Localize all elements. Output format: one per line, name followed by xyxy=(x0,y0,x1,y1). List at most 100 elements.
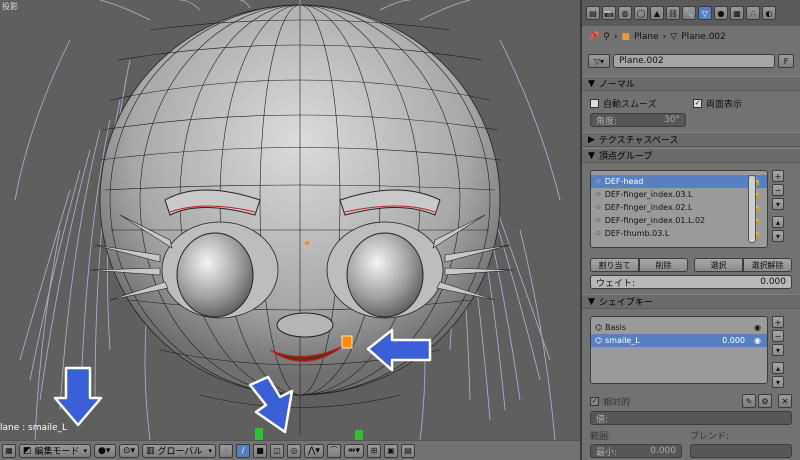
breadcrumb-separator-icon: › xyxy=(662,32,667,42)
vertex-group-specials-button[interactable]: ▾ xyxy=(772,198,784,210)
remove-button[interactable]: 削除 xyxy=(639,258,688,272)
remove-shape-key-button[interactable]: − xyxy=(772,330,784,342)
face-select-icon[interactable]: ■ xyxy=(253,443,267,458)
snap-element-dropdown[interactable]: ⇹▾ xyxy=(344,443,364,458)
vertex-groups-title: 頂点グループ xyxy=(598,152,653,162)
list-item[interactable]: ⁘ DEF-finger_index.01.L.02 🔓 xyxy=(591,214,767,227)
texture-space-section-header[interactable]: ▶ テクスチャスペース xyxy=(582,132,800,147)
relative-checkbox[interactable]: ✓ xyxy=(590,396,599,406)
list-item[interactable]: ⌬ Basis ◉ xyxy=(591,321,767,334)
move-down-button[interactable]: ▾ xyxy=(772,376,784,388)
eye-icon[interactable]: ◉ xyxy=(754,336,761,345)
assign-button[interactable]: 割り当て xyxy=(590,258,639,272)
add-shape-key-button[interactable]: + xyxy=(772,316,784,328)
modifiers-tab-icon[interactable]: 🔧 xyxy=(682,6,696,20)
pin-icon[interactable]: 📌 xyxy=(588,32,599,42)
normals-section-header[interactable]: ▼ ノーマル xyxy=(582,76,800,91)
move-up-button[interactable]: ▴ xyxy=(772,362,784,374)
eye-icon[interactable]: ◉ xyxy=(754,323,761,332)
texture-space-title: テクスチャスペース xyxy=(598,136,679,146)
render-icon[interactable]: ▣ xyxy=(384,443,398,458)
breadcrumb-separator-icon: › xyxy=(613,32,618,42)
shape-value-field[interactable]: 値: xyxy=(590,411,792,425)
mesh-render xyxy=(14,0,561,440)
min-field[interactable]: 最小: 0.000 xyxy=(590,444,682,458)
editor-type-icon[interactable]: ▤ xyxy=(586,6,600,20)
move-up-button[interactable]: ▴ xyxy=(772,216,784,228)
move-down-button[interactable]: ▾ xyxy=(772,230,784,242)
context-icon: ⚲ xyxy=(603,32,610,42)
shape-key-icon: ⌬ xyxy=(595,336,602,345)
blend-field[interactable] xyxy=(690,444,792,458)
edit-mode-shape-icon[interactable]: ✎ xyxy=(742,394,756,408)
object-tab-icon[interactable]: ▲ xyxy=(650,6,664,20)
list-scrollbar[interactable] xyxy=(748,175,756,243)
list-item[interactable]: ⌬ smaile_L 0.000 ◉ xyxy=(591,334,767,347)
remove-vertex-group-button[interactable]: − xyxy=(772,184,784,196)
proportional-edit-icon[interactable]: ◎ xyxy=(287,443,301,458)
expand-icon: ▼ xyxy=(588,296,595,307)
editor-type-icon[interactable]: ▦ xyxy=(2,443,16,458)
mesh-browse-button[interactable]: ▽▾ xyxy=(588,54,610,68)
list-item[interactable]: ⁘ DEF-thumb.03.L 🔓 xyxy=(591,227,767,240)
list-item[interactable]: ⁘ DEF-head 🔓 xyxy=(591,175,767,188)
close-icon[interactable]: ✕ xyxy=(778,394,792,408)
material-tab-icon[interactable]: ● xyxy=(714,6,728,20)
orientation-dropdown[interactable]: ▥ グローバル ▾ xyxy=(142,443,216,458)
shape-clear-icon[interactable]: ⚙ xyxy=(758,394,772,408)
vertex-group-icon: ⁘ xyxy=(595,203,602,212)
viewport-shading-dropdown[interactable]: ●▾ xyxy=(94,443,116,458)
expand-icon: ▼ xyxy=(588,150,595,161)
vertex-group-list[interactable]: ⁘ DEF-head 🔓 ⁘ DEF-finger_index.03.L 🔓 ⁘ DEF-… xyxy=(590,170,768,248)
list-item[interactable]: ⁘ DEF-finger_index.03.L 🔓 xyxy=(591,188,767,201)
auto-smooth-checkbox[interactable] xyxy=(590,98,599,108)
chevron-down-icon: ▾ xyxy=(208,446,212,455)
mode-dropdown[interactable]: ◩ 編集モード ▾ xyxy=(19,443,91,458)
render-animation-icon[interactable]: ▤ xyxy=(401,443,415,458)
scene-tab-icon[interactable]: ◍ xyxy=(618,6,632,20)
3d-viewport[interactable]: 投影 lane : smaile_L xyxy=(0,0,580,440)
angle-value: 30° xyxy=(664,115,680,125)
pivot-dropdown[interactable]: ⊙▾ xyxy=(119,443,139,458)
physics-tab-icon[interactable]: ◐ xyxy=(762,6,776,20)
active-object-label: lane : smaile_L xyxy=(0,423,68,433)
mesh-name-field[interactable]: Plane.002 xyxy=(613,54,775,68)
shape-keys-section-header[interactable]: ▼ シェイプキー xyxy=(582,294,800,309)
blend-label: ブレンド: xyxy=(690,432,730,442)
selected-vertex xyxy=(341,335,353,349)
deselect-button[interactable]: 選択解除 xyxy=(743,258,792,272)
edge-select-icon[interactable]: / xyxy=(236,443,250,458)
data-tab-icon[interactable]: ▽ xyxy=(698,6,712,20)
snap-toggle-icon[interactable]: ⌒ xyxy=(327,443,341,458)
range-label: 範囲: xyxy=(590,432,612,442)
list-item[interactable]: ⁘ DEF-finger_index.02.L 🔓 xyxy=(591,201,767,214)
fake-user-button[interactable]: F xyxy=(778,54,794,68)
select-button[interactable]: 選択 xyxy=(694,258,743,272)
normals-title: ノーマル xyxy=(598,80,635,90)
render-tab-icon[interactable]: 📷 xyxy=(602,6,616,20)
object-icon: ■ xyxy=(621,32,630,42)
texture-tab-icon[interactable]: ▦ xyxy=(730,6,744,20)
angle-field[interactable]: 角度: 30° xyxy=(590,113,686,127)
occlude-geometry-icon[interactable]: ◫ xyxy=(270,443,284,458)
breadcrumb-mesh: Plane.002 xyxy=(681,32,726,42)
breadcrumb: 📌 ⚲ › ■ Plane › ▽ Plane.002 xyxy=(582,28,800,46)
add-vertex-group-button[interactable]: + xyxy=(772,170,784,182)
shape-key-specials-button[interactable]: ▾ xyxy=(772,344,784,356)
vertex-groups-section-header[interactable]: ▼ 頂点グループ xyxy=(582,148,800,163)
vertex-select-icon[interactable]: · xyxy=(219,443,233,458)
shape-key-icon: ⌬ xyxy=(595,323,602,332)
shape-key-list[interactable]: ⌬ Basis ◉ ⌬ smaile_L 0.000 ◉ xyxy=(590,316,768,384)
orientation-label: グローバル xyxy=(157,447,203,457)
falloff-dropdown[interactable]: ⋀▾ xyxy=(304,443,324,458)
weight-label: ウェイト: xyxy=(596,278,636,289)
weight-field[interactable]: ウェイト: 0.000 xyxy=(590,275,792,289)
angle-label: 角度: xyxy=(596,116,618,127)
orientation-icon: ▥ xyxy=(146,445,155,456)
constraints-tab-icon[interactable]: ⛓ xyxy=(666,6,680,20)
mode-label: 編集モード xyxy=(34,447,80,457)
double-sided-checkbox[interactable]: ✓ xyxy=(693,98,702,108)
particles-tab-icon[interactable]: ∴ xyxy=(746,6,760,20)
snap-target-icon[interactable]: ⊞ xyxy=(367,443,381,458)
world-tab-icon[interactable]: ◯ xyxy=(634,6,648,20)
